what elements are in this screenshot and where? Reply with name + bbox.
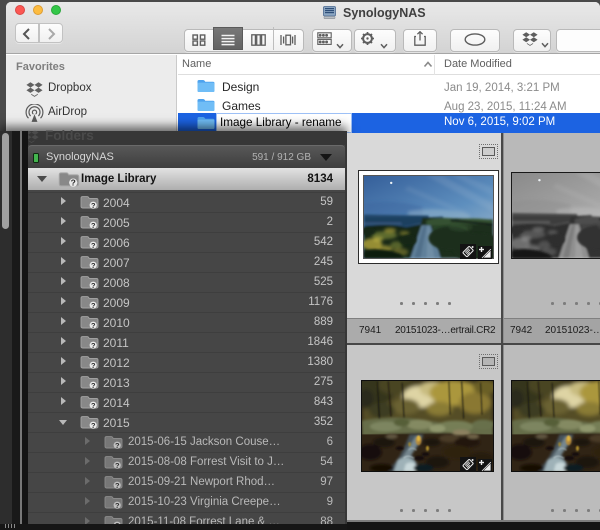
svg-text:?: ?	[91, 421, 96, 429]
svg-text:?: ?	[91, 301, 96, 309]
svg-text:?: ?	[115, 461, 120, 469]
svg-text:?: ?	[115, 481, 120, 489]
svg-text:?: ?	[91, 381, 96, 389]
svg-text:?: ?	[91, 341, 96, 349]
svg-text:?: ?	[91, 401, 96, 409]
svg-text:?: ?	[91, 321, 96, 329]
svg-text:?: ?	[115, 441, 120, 449]
svg-text:?: ?	[71, 178, 76, 187]
svg-text:?: ?	[115, 501, 120, 509]
svg-text:?: ?	[91, 221, 96, 229]
svg-text:?: ?	[91, 281, 96, 289]
svg-text:?: ?	[91, 261, 96, 269]
svg-text:?: ?	[91, 361, 96, 369]
svg-text:?: ?	[91, 241, 96, 249]
svg-text:?: ?	[91, 201, 96, 209]
